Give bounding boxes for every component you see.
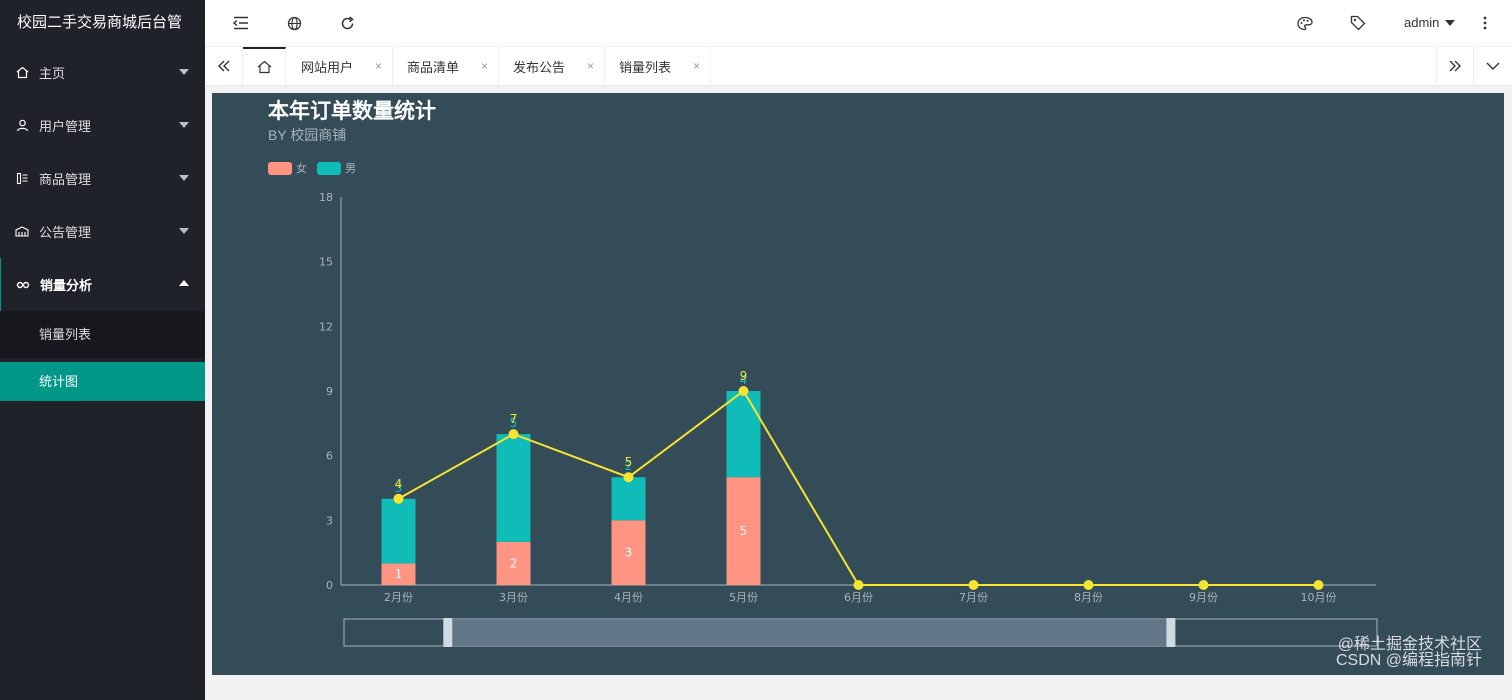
analysis-icon	[16, 278, 30, 292]
line-point	[853, 580, 864, 590]
username: admin	[1404, 15, 1440, 30]
caret-down-icon	[1445, 19, 1456, 26]
home-icon	[257, 60, 271, 74]
line-point	[1198, 580, 1209, 590]
announce-icon	[15, 225, 29, 239]
tabs-scroll-left-icon[interactable]	[205, 47, 243, 85]
watermark-line: CSDN @编程指南针	[1335, 652, 1482, 669]
line-point	[508, 429, 519, 440]
datazoom-handle-left	[443, 618, 453, 647]
line-series	[398, 389, 1319, 586]
goods-icon	[15, 172, 29, 186]
bar-label-female: 5	[740, 524, 748, 538]
tab-publish-announcement[interactable]: 发布公告 ×	[499, 47, 605, 85]
tab-goods-list[interactable]: 商品清单 ×	[393, 47, 499, 85]
sidebar-item-sales-analysis[interactable]: 销量分析	[0, 258, 205, 311]
sidebar-item-users[interactable]: 用户管理	[0, 99, 205, 152]
app-title: 校园二手交易商城后台管	[17, 14, 183, 31]
y-tick-label: 12	[319, 320, 333, 333]
sidebar-subitem-sales-list[interactable]: 销量列表	[0, 311, 205, 358]
user-icon	[15, 119, 29, 133]
x-tick-label: 3月份	[499, 591, 528, 604]
datazoom-selection	[447, 619, 1171, 646]
tab-label: 商品清单	[407, 59, 460, 75]
sidebar-submenu: 销量列表	[0, 311, 205, 358]
sidebar-item-announcements[interactable]: 公告管理	[0, 205, 205, 258]
chevron-down-icon	[179, 122, 189, 128]
tab-sales-list[interactable]: 销量列表 ×	[605, 47, 711, 85]
bar-male	[496, 434, 531, 542]
watermark: @稀土掘金技术社区 CSDN @编程指南针	[1336, 637, 1482, 669]
sidebar-item-label: 销量分析	[40, 278, 93, 293]
y-tick-label: 0	[326, 579, 333, 592]
more-icon[interactable]	[1476, 14, 1494, 32]
sidebar-item-label: 商品管理	[39, 172, 92, 187]
x-tick-label: 8月份	[1074, 591, 1103, 604]
bar-male	[726, 391, 761, 478]
tab-label: 销量列表	[619, 59, 672, 75]
bar-label-female: 3	[625, 546, 633, 560]
line-point	[738, 386, 749, 396]
y-tick-label: 9	[326, 385, 333, 398]
datazoom-handle-right	[1166, 618, 1176, 647]
x-tick-label: 5月份	[729, 591, 758, 604]
tab-bar: 网站用户 × 商品清单 × 发布公告 × 销量列表 ×	[205, 47, 1512, 86]
x-tick-label: 10月份	[1301, 591, 1337, 604]
top-header: admin	[205, 0, 1512, 47]
line-label: 4	[395, 477, 403, 491]
close-icon[interactable]: ×	[375, 59, 382, 73]
sidebar-item-label: 公告管理	[39, 225, 92, 240]
tab-label: 发布公告	[513, 59, 566, 75]
line-label: 9	[740, 369, 748, 383]
y-tick-label: 15	[319, 256, 333, 269]
home-icon	[15, 66, 29, 80]
line-point	[623, 472, 634, 483]
line-label: 5	[625, 455, 633, 469]
chevron-down-icon	[179, 69, 189, 75]
theme-icon[interactable]	[1296, 14, 1314, 32]
sidebar-subitem-statistics[interactable]: 统计图	[0, 362, 205, 401]
bar-male	[611, 477, 646, 521]
sidebar-item-goods[interactable]: 商品管理	[0, 152, 205, 205]
sidebar-item-label: 用户管理	[39, 119, 92, 134]
chevron-down-icon	[179, 175, 189, 181]
x-tick-label: 2月份	[384, 591, 413, 604]
x-tick-label: 6月份	[844, 591, 873, 604]
bar-male	[381, 498, 416, 564]
x-tick-label: 9月份	[1189, 591, 1218, 604]
tab-label: 网站用户	[301, 59, 354, 75]
sidebar-item-label: 主页	[39, 66, 66, 81]
tab-home[interactable]	[243, 47, 286, 85]
tabs-scroll-right-icon[interactable]	[1436, 47, 1474, 85]
user-menu[interactable]: admin	[1404, 15, 1456, 30]
x-tick-label: 4月份	[614, 591, 643, 604]
chart-panel: 本年订单数量统计 BY 校园商铺 女 男 0 3 6 9 12 15 18 2月份 3月份 4月份…	[212, 93, 1504, 675]
sidebar: 校园二手交易商城后台管 主页 用户管理 商品管理 公告管理 销量分析 销量列表 …	[0, 0, 205, 700]
line-point	[968, 580, 979, 590]
close-icon[interactable]: ×	[481, 59, 488, 73]
y-tick-label: 3	[326, 514, 333, 527]
sidebar-item-home[interactable]: 主页	[0, 46, 205, 99]
menu-fold-icon[interactable]	[232, 14, 250, 32]
close-icon[interactable]: ×	[587, 59, 594, 73]
tab-site-users[interactable]: 网站用户 ×	[286, 47, 393, 85]
tabs-dropdown-icon[interactable]	[1474, 47, 1512, 85]
line-label: 7	[510, 412, 518, 426]
bar-label-female: 1	[395, 567, 403, 581]
chevron-up-icon	[179, 280, 189, 286]
x-tick-label: 7月份	[959, 591, 988, 604]
chevron-down-icon	[179, 228, 189, 234]
line-point	[1083, 580, 1094, 590]
globe-icon[interactable]	[285, 14, 303, 32]
line-point	[393, 493, 404, 504]
watermark-line: @稀土掘金技术社区	[1337, 636, 1482, 653]
y-tick-label: 6	[326, 450, 333, 463]
y-tick-label: 18	[319, 191, 333, 204]
chart-plot: 0 3 6 9 12 15 18 2月份 3月份 4月份 5月份 6月份 7月份 8月份 9月份 10月份 1 3…	[319, 191, 1378, 647]
line-point	[1313, 580, 1324, 590]
refresh-icon[interactable]	[338, 14, 356, 32]
tag-icon[interactable]	[1349, 14, 1367, 32]
bar-label-female: 2	[510, 556, 518, 570]
close-icon[interactable]: ×	[693, 59, 700, 73]
